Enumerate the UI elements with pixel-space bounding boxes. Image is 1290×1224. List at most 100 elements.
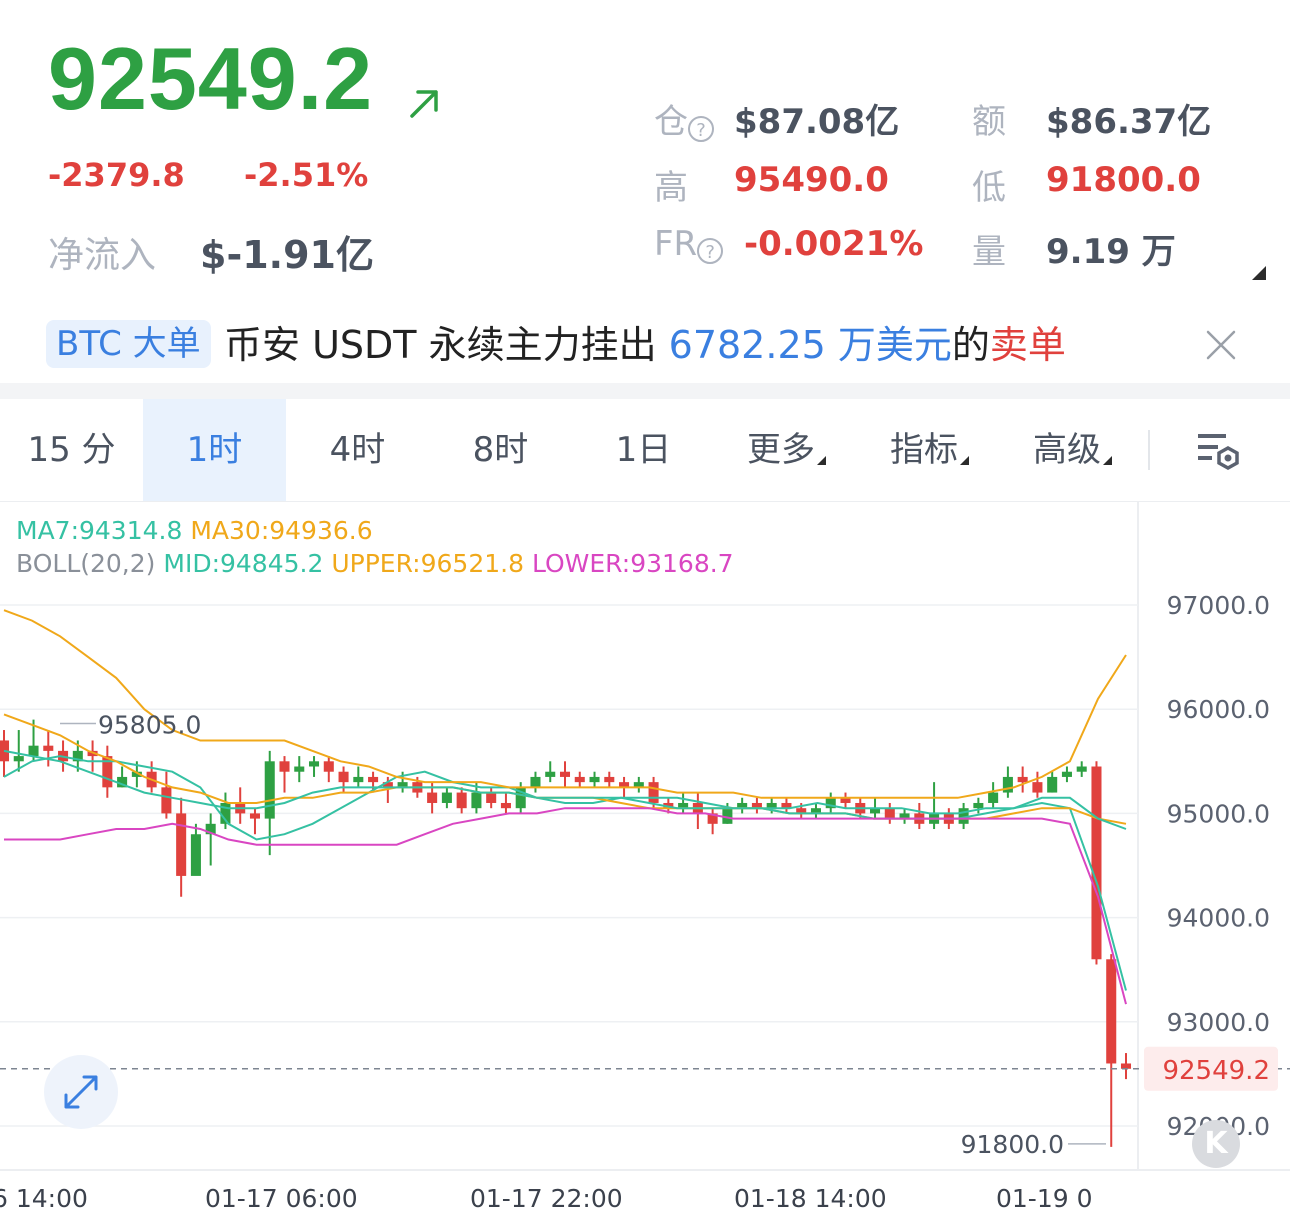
net-inflow-label: 净流入 — [48, 235, 157, 276]
candlestick-chart[interactable]: 97000.096000.095000.094000.093000.092000… — [0, 502, 1290, 1224]
y-tick-label: 96000.0 — [1167, 695, 1270, 724]
boll-label: BOLL(20,2) — [16, 549, 156, 578]
x-tick-label: 01-17 06:00 — [205, 1184, 358, 1213]
turnover-value: $86.37亿 — [1046, 102, 1212, 142]
tab-8h[interactable]: 8时 — [429, 399, 572, 501]
candle-body — [1032, 782, 1043, 793]
high-annotation: 95805.0 — [98, 711, 201, 740]
tab-label: 15 分 — [27, 430, 116, 470]
last-price: 92549.2 — [48, 29, 374, 128]
funding-rate-label: FR — [654, 224, 698, 264]
candle-body — [28, 745, 39, 757]
candle-body — [309, 761, 320, 767]
candle-body — [338, 771, 349, 783]
volume-label: 量 — [972, 232, 1006, 272]
funding-rate-value: -0.0021% — [744, 224, 924, 264]
x-tick-label: 01-19 0 — [996, 1184, 1093, 1213]
candle-body — [249, 813, 260, 819]
high-value: 95490.0 — [734, 160, 889, 200]
dropdown-corner-icon — [817, 456, 826, 465]
tab-label: 高级 — [1033, 430, 1101, 470]
close-icon[interactable] — [1204, 328, 1238, 362]
indicator-line-lower — [4, 807, 1127, 1005]
y-tick-label: 97000.0 — [1167, 591, 1270, 620]
candle-body — [323, 761, 334, 772]
candle-body — [161, 787, 172, 814]
tab-label: 4时 — [329, 430, 386, 470]
tab-4h[interactable]: 4时 — [286, 399, 429, 501]
candle-body — [1002, 776, 1013, 793]
ma7-value: MA7:94314.8 — [16, 516, 183, 545]
y-tick-label: 94000.0 — [1167, 904, 1270, 933]
candle-body — [456, 792, 467, 809]
low-label: 低 — [972, 168, 1006, 208]
x-tick-label: 01-17 22:00 — [470, 1184, 623, 1213]
ma-legend: MA7:94314.8 MA30:94936.6 — [16, 516, 373, 545]
candle-body — [1091, 766, 1102, 960]
tab-indicators[interactable]: 指标 — [858, 399, 1001, 501]
tab-separator — [1148, 430, 1150, 470]
candle-body — [545, 771, 556, 777]
tab-1h[interactable]: 1时 — [143, 399, 286, 501]
dropdown-corner-icon — [960, 456, 969, 465]
current-price-label: 92549.2 — [1162, 1056, 1270, 1086]
candle-body — [1047, 776, 1058, 793]
dropdown-corner-icon — [1103, 456, 1112, 465]
tab-1d[interactable]: 1日 — [572, 399, 715, 501]
x-tick-label: 01-18 14:00 — [734, 1184, 887, 1213]
candle-body — [1061, 771, 1072, 777]
news-amount: 6782.25 万美元 — [668, 323, 952, 367]
news-text[interactable]: 币安 USDT 永续主力挂出 6782.25 万美元的卖单 — [224, 320, 1066, 370]
candle-body — [1076, 766, 1087, 772]
tab-label: 指标 — [890, 430, 958, 470]
candle-body — [530, 776, 541, 788]
indicator-line-ma7 — [3, 755, 1127, 991]
candle-body — [13, 756, 24, 762]
tab-15m[interactable]: 15 分 — [0, 399, 143, 501]
tab-more[interactable]: 更多 — [715, 399, 858, 501]
price-change-pct: -2.51% — [244, 156, 369, 194]
help-icon[interactable]: ? — [697, 237, 724, 264]
up-right-arrow-icon — [410, 90, 438, 118]
open-interest-label: 仓 — [654, 102, 688, 142]
candle-body — [368, 776, 379, 783]
expand-arrows-icon — [64, 1075, 98, 1109]
chart-settings-icon[interactable] — [1196, 432, 1242, 472]
volume-value: 9.19 万 — [1046, 232, 1176, 272]
news-prefix: 币安 USDT 永续主力挂出 — [224, 323, 669, 367]
candle-body — [353, 776, 364, 783]
price-change: -2379.8 — [48, 156, 185, 194]
expand-corner-icon[interactable] — [1252, 266, 1266, 280]
x-tick-label: 6 14:00 — [0, 1184, 88, 1213]
tab-label: 更多 — [747, 430, 815, 470]
candle-body — [604, 776, 615, 783]
help-icon[interactable]: ? — [688, 115, 714, 142]
fullscreen-button[interactable] — [44, 1055, 118, 1129]
candle-body — [427, 792, 438, 803]
turnover-label: 额 — [972, 102, 1006, 142]
section-divider — [0, 383, 1290, 399]
boll-lower-value: LOWER:93168.7 — [531, 549, 734, 578]
open-interest-stat: 仓? — [654, 94, 714, 143]
net-inflow-value: $-1.91亿 — [200, 233, 374, 277]
candle-body — [884, 808, 895, 819]
timeframe-tabs: 15 分 1时 4时 8时 1日 更多 指标 高级 — [0, 399, 1290, 502]
boll-upper-value: UPPER:96521.8 — [331, 549, 524, 578]
candle-body — [1120, 1063, 1132, 1069]
k-button[interactable]: K — [1192, 1120, 1240, 1168]
news-tag: BTC 大单 — [46, 320, 211, 368]
candle-body — [294, 766, 305, 772]
high-label: 高 — [654, 168, 688, 208]
candle-body — [441, 792, 452, 803]
tab-advanced[interactable]: 高级 — [1001, 399, 1144, 501]
y-tick-label: 93000.0 — [1167, 1008, 1270, 1037]
tab-label: 1时 — [186, 430, 243, 470]
candle-body — [471, 792, 482, 809]
low-value: 91800.0 — [1046, 160, 1201, 200]
candle-body — [279, 761, 290, 772]
candle-body — [648, 782, 659, 803]
candle-body — [486, 792, 497, 803]
tab-label: 1日 — [615, 430, 672, 470]
candle-body — [264, 761, 275, 819]
candle-body — [176, 813, 187, 876]
